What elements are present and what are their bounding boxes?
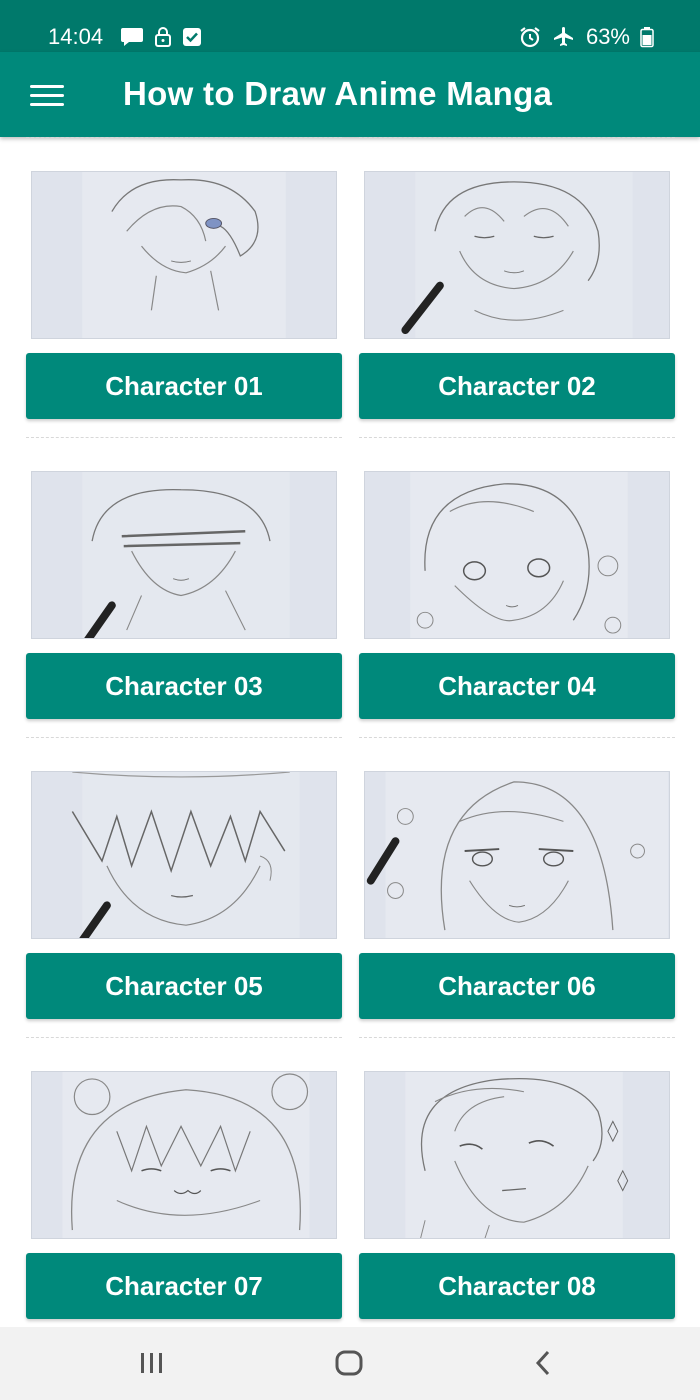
character-button[interactable]: Character 05: [26, 953, 342, 1019]
app-bar: How to Draw Anime Manga: [0, 52, 700, 137]
character-card[interactable]: Character 06: [359, 737, 675, 1027]
character-sketch-image: [364, 771, 670, 939]
character-sketch-image: [364, 171, 670, 339]
character-sketch-image: [31, 1071, 337, 1239]
character-button[interactable]: Character 03: [26, 653, 342, 719]
character-button[interactable]: Character 08: [359, 1253, 675, 1319]
character-sketch-image: [31, 471, 337, 639]
checkbox-icon: [183, 28, 201, 46]
status-bar: 14:04 63%: [0, 0, 700, 52]
character-card[interactable]: Character 02: [359, 137, 675, 427]
character-button[interactable]: Character 04: [359, 653, 675, 719]
character-sketch-image: [364, 471, 670, 639]
character-card[interactable]: Character 07: [26, 1037, 342, 1327]
lock-icon: [155, 27, 171, 47]
system-nav-bar: [0, 1327, 700, 1400]
character-sketch-image: [31, 771, 337, 939]
airplane-icon: [553, 27, 573, 46]
character-card[interactable]: Character 05: [26, 737, 342, 1027]
status-time: 14:04: [48, 24, 104, 49]
app-title: How to Draw Anime Manga: [123, 75, 553, 112]
character-sketch-image: [364, 1071, 670, 1239]
character-card[interactable]: Character 08: [359, 1037, 675, 1327]
recent-apps-icon[interactable]: [132, 1345, 172, 1381]
home-icon[interactable]: [329, 1345, 369, 1381]
character-card[interactable]: Character 04: [359, 437, 675, 727]
battery-percent: 63%: [585, 24, 630, 49]
status-left-icons: [120, 24, 202, 50]
character-card[interactable]: Character 01: [26, 137, 342, 427]
character-button[interactable]: Character 02: [359, 353, 675, 419]
character-grid: Character 01 Character 02 Character 03 C…: [0, 137, 700, 1327]
character-card[interactable]: Character 03: [26, 437, 342, 727]
battery-icon: [640, 27, 654, 48]
character-button[interactable]: Character 01: [26, 353, 342, 419]
message-icon: [121, 28, 143, 46]
status-right: 63%: [518, 24, 654, 50]
back-icon[interactable]: [524, 1345, 564, 1381]
character-sketch-image: [31, 171, 337, 339]
character-button[interactable]: Character 07: [26, 1253, 342, 1319]
character-button[interactable]: Character 06: [359, 953, 675, 1019]
hamburger-menu-icon[interactable]: [26, 76, 68, 114]
alarm-icon: [520, 27, 540, 48]
